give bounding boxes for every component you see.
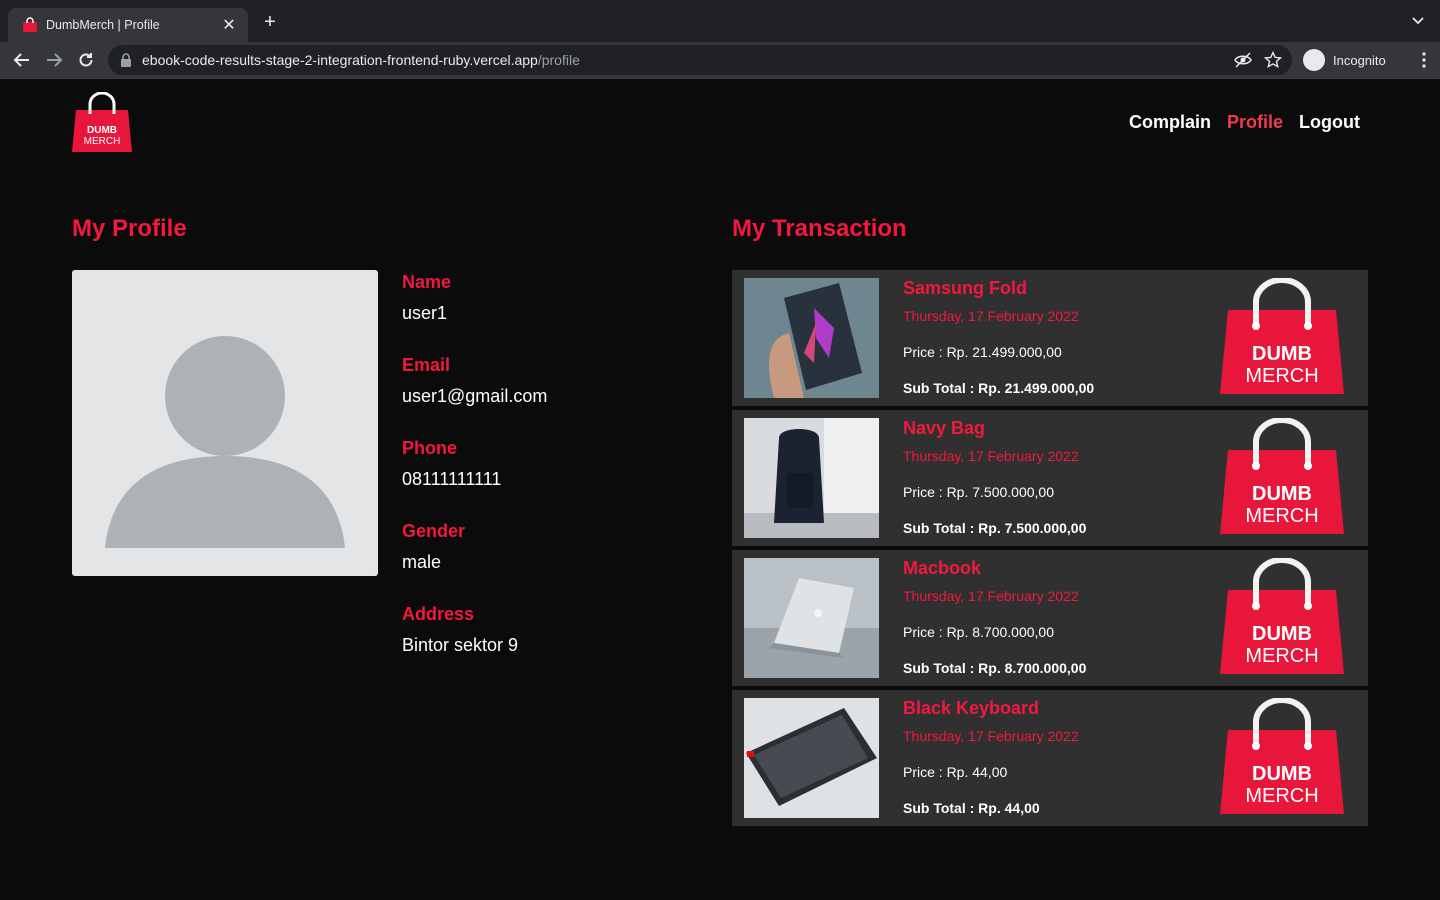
- incognito-indicator[interactable]: Incognito: [1300, 47, 1400, 73]
- browser-menu-icon[interactable]: [1422, 52, 1426, 68]
- dumbmerch-bag-icon: DUMBMERCH: [1220, 698, 1344, 814]
- tab-title: DumbMerch | Profile: [46, 18, 160, 32]
- svg-text:MERCH: MERCH: [1245, 505, 1318, 527]
- nav-complain[interactable]: Complain: [1129, 112, 1211, 133]
- svg-text:DUMB: DUMB: [1252, 623, 1312, 645]
- product-price: Price : Rp. 44,00: [903, 764, 1008, 780]
- dumbmerch-bag-icon: DUMBMERCH: [1220, 278, 1344, 394]
- address-bar[interactable]: ebook-code-results-stage-2-integration-f…: [108, 45, 1292, 75]
- sub-total: Sub Total : Rp. 44,00: [903, 800, 1040, 816]
- browser-tab-bar: DumbMerch | Profile ✕ +: [0, 0, 1440, 42]
- eye-off-icon[interactable]: [1234, 52, 1252, 68]
- transaction-card[interactable]: Black Keyboard Thursday, 17 February 202…: [732, 690, 1368, 826]
- name-value: user1: [402, 303, 448, 323]
- dumbmerch-bag-icon: DUMBMERCH: [1220, 558, 1344, 674]
- svg-text:DUMB: DUMB: [1252, 483, 1312, 505]
- main-nav: Complain Profile Logout: [1129, 112, 1360, 133]
- reload-icon[interactable]: [76, 50, 96, 70]
- address-label: Address: [402, 604, 475, 624]
- dumbmerch-bag-icon: DUMBMERCH: [1220, 418, 1344, 534]
- incognito-label: Incognito: [1333, 52, 1386, 68]
- product-name: Navy Bag: [903, 418, 986, 438]
- phone-value: 08111111111: [402, 469, 502, 489]
- sub-total: Sub Total : Rp. 8.700.000,00: [903, 660, 1087, 676]
- close-tab-icon[interactable]: ✕: [220, 15, 238, 35]
- email-label: Email: [402, 355, 451, 375]
- incognito-icon: [1303, 49, 1325, 71]
- sub-total: Sub Total : Rp. 21.499.000,00: [903, 380, 1095, 396]
- sub-total: Sub Total : Rp. 7.500.000,00: [903, 520, 1087, 536]
- transaction-date: Thursday, 17 February 2022: [903, 588, 1079, 604]
- chevron-down-icon[interactable]: [1410, 12, 1426, 28]
- phone-image: [744, 278, 879, 398]
- browser-toolbar: ebook-code-results-stage-2-integration-f…: [0, 42, 1440, 79]
- back-icon[interactable]: [12, 50, 32, 70]
- transaction-date: Thursday, 17 February 2022: [903, 728, 1079, 744]
- svg-text:DUMB: DUMB: [1252, 763, 1312, 785]
- address-value: Bintor sektor 9: [402, 635, 519, 655]
- product-price: Price : Rp. 21.499.000,00: [903, 344, 1062, 360]
- bookmark-star-icon[interactable]: [1264, 51, 1282, 69]
- svg-text:DUMB: DUMB: [1252, 343, 1312, 365]
- profile-info: Name user1 Email user1@gmail.com Phone 0…: [402, 272, 547, 687]
- product-name: Samsung Fold: [903, 278, 1028, 298]
- svg-text:MERCH: MERCH: [1245, 365, 1318, 387]
- laptop-image: [744, 558, 879, 678]
- transaction-card[interactable]: Navy Bag Thursday, 17 February 2022 Pric…: [732, 410, 1368, 546]
- svg-text:MERCH: MERCH: [84, 136, 121, 147]
- gender-value: male: [402, 552, 442, 572]
- backpack-image: [744, 418, 879, 538]
- product-price: Price : Rp. 8.700.000,00: [903, 624, 1054, 640]
- phone-label: Phone: [402, 438, 458, 458]
- product-name: Black Keyboard: [903, 698, 1040, 718]
- nav-profile[interactable]: Profile: [1227, 112, 1283, 133]
- transaction-date: Thursday, 17 February 2022: [903, 308, 1079, 324]
- browser-tab[interactable]: DumbMerch | Profile ✕: [8, 8, 248, 42]
- svg-text:MERCH: MERCH: [1245, 785, 1318, 807]
- transaction-card[interactable]: Samsung Fold Thursday, 17 February 2022 …: [732, 270, 1368, 406]
- svg-text:MERCH: MERCH: [1245, 645, 1318, 667]
- product-price: Price : Rp. 7.500.000,00: [903, 484, 1054, 500]
- svg-text:DUMB: DUMB: [87, 125, 117, 136]
- transaction-date: Thursday, 17 February 2022: [903, 448, 1079, 464]
- avatar: [72, 270, 378, 576]
- new-tab-icon[interactable]: +: [260, 12, 280, 32]
- email-value: user1@gmail.com: [402, 386, 548, 406]
- user-placeholder-icon: [105, 336, 345, 548]
- transaction-card[interactable]: Macbook Thursday, 17 February 2022 Price…: [732, 550, 1368, 686]
- keyboard-image: [744, 698, 879, 818]
- product-name: Macbook: [903, 558, 982, 578]
- shopping-bag-icon: [23, 17, 37, 32]
- url-text: ebook-code-results-stage-2-integration-f…: [142, 52, 580, 68]
- name-label: Name: [402, 272, 452, 292]
- dumbmerch-logo[interactable]: DUMB MERCH: [72, 92, 132, 152]
- profile-title: My Profile: [72, 215, 187, 242]
- forward-icon[interactable]: [44, 50, 64, 70]
- gender-label: Gender: [402, 521, 466, 541]
- transaction-list: Samsung Fold Thursday, 17 February 2022 …: [732, 270, 1368, 830]
- transaction-title: My Transaction: [732, 215, 907, 242]
- nav-logout[interactable]: Logout: [1299, 112, 1360, 133]
- lock-icon: [121, 53, 131, 67]
